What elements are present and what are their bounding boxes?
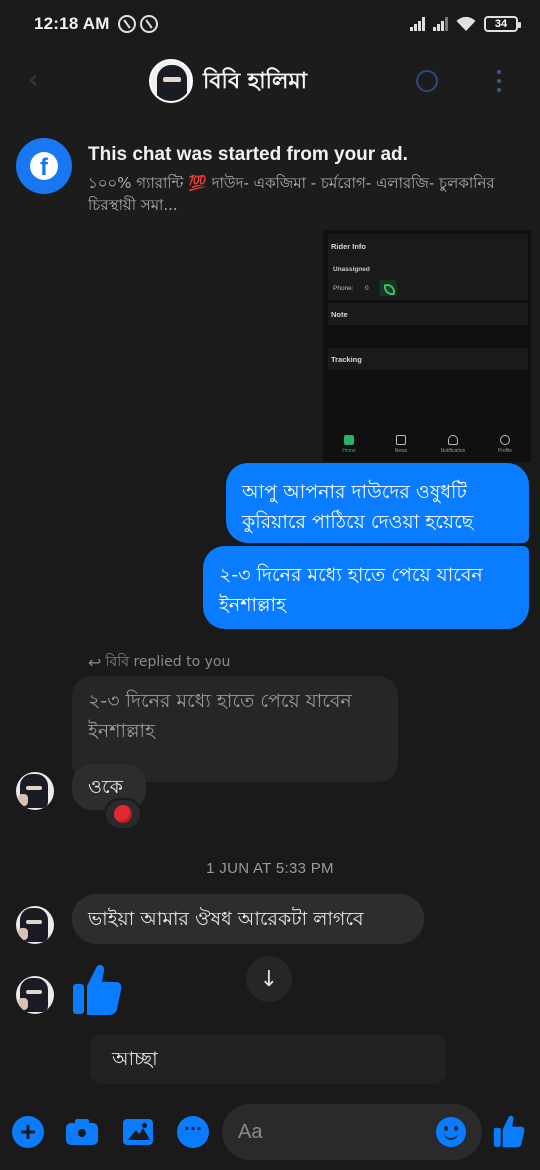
- heart-icon: [114, 805, 132, 823]
- nav-home: Home: [329, 430, 369, 462]
- contact-avatar-small[interactable]: [16, 906, 54, 944]
- signal-icon: [410, 17, 425, 31]
- status-left-icons: [117, 15, 158, 33]
- note-card: Note: [328, 303, 528, 325]
- contact-avatar-small[interactable]: [16, 772, 54, 810]
- ad-banner-title: This chat was started from your ad.: [88, 144, 408, 165]
- gallery-icon[interactable]: [122, 1116, 154, 1148]
- chat-header: ‹ বিবি হালিমা: [0, 48, 540, 114]
- nav-notification: Notification: [433, 430, 473, 462]
- ad-banner[interactable]: f This chat was started from your ad. ১০…: [0, 114, 540, 230]
- status-time: 12:18 AM: [34, 14, 110, 33]
- home-icon: [344, 435, 354, 445]
- reply-arrow-icon: ↩: [88, 652, 102, 672]
- replied-note: ↩ বিবি replied to you: [88, 650, 230, 674]
- news-icon: [396, 435, 406, 445]
- status-app-icon: [139, 15, 158, 33]
- like-button[interactable]: [492, 1114, 526, 1148]
- video-call-icon[interactable]: [416, 70, 438, 92]
- message-input[interactable]: Aa: [222, 1104, 482, 1160]
- contact-avatar-small[interactable]: [16, 976, 54, 1014]
- phone-icon: [379, 280, 397, 296]
- status-bar: 12:18 AM 34: [0, 0, 540, 48]
- tracking-card: Tracking: [328, 348, 528, 370]
- outgoing-message[interactable]: ২-৩ দিনের মধ্যে হাতে পেয়ে যাবেন ইনশাল্ল…: [203, 546, 529, 629]
- contact-name[interactable]: বিবি হালিমা: [203, 64, 307, 101]
- facebook-icon: f: [16, 138, 72, 194]
- phone-label: Phone:: [333, 285, 354, 292]
- status-right-icons: 34: [410, 16, 521, 32]
- rider-info-label: Rider Info: [331, 242, 366, 251]
- unassigned-label: Unassigned: [333, 266, 370, 273]
- camera-icon[interactable]: [66, 1116, 98, 1148]
- scroll-down-button[interactable]: ↓: [246, 956, 292, 1002]
- nav-profile: Profile: [485, 430, 525, 462]
- more-icon[interactable]: [497, 70, 501, 92]
- arrow-down-icon: ↓: [259, 966, 279, 992]
- like-icon[interactable]: [72, 962, 122, 1016]
- ad-banner-text: ১০০% গ্যারান্টি 💯 দাউদ- একজিমা - চর্মরোগ…: [88, 174, 495, 214]
- phone-value: 0: [365, 285, 369, 292]
- emoji-icon[interactable]: [436, 1117, 466, 1147]
- status-app-icon: [117, 15, 136, 33]
- contact-avatar[interactable]: [149, 59, 193, 103]
- signal-icon: [433, 17, 448, 31]
- plus-icon[interactable]: +: [12, 1116, 44, 1148]
- message-input-placeholder: Aa: [238, 1121, 263, 1143]
- wifi-icon: [456, 16, 476, 31]
- battery-icon: 34: [484, 16, 521, 32]
- message-reaction[interactable]: [104, 798, 142, 830]
- note-label: Note: [331, 310, 348, 319]
- quick-reply[interactable]: আচ্ছা: [90, 1034, 446, 1084]
- replied-note-text: বিবি replied to you: [105, 654, 231, 670]
- nav-news: News: [381, 430, 421, 462]
- profile-icon: [500, 435, 510, 445]
- incoming-message[interactable]: ভাইয়া আমার ঔষধ আরেকটা লাগবে: [72, 894, 424, 944]
- message-composer: + Aa: [0, 1094, 540, 1170]
- tracking-label: Tracking: [331, 355, 362, 364]
- screenshot-bottom-nav: Home News Notification Profile: [323, 430, 531, 462]
- back-arrow-icon[interactable]: ‹: [28, 67, 48, 93]
- chat-icon[interactable]: [177, 1116, 209, 1148]
- image-message[interactable]: Rider Info Unassigned Phone: 0 Note Trac…: [323, 230, 531, 462]
- timestamp: 1 JUN AT 5:33 PM: [206, 860, 334, 877]
- outgoing-message[interactable]: আপু আপনার দাউদের ওষুধটি কুরিয়ারে পাঠিয়…: [226, 463, 529, 543]
- bell-icon: [448, 435, 458, 445]
- rider-details-card: Unassigned Phone: 0: [328, 260, 528, 300]
